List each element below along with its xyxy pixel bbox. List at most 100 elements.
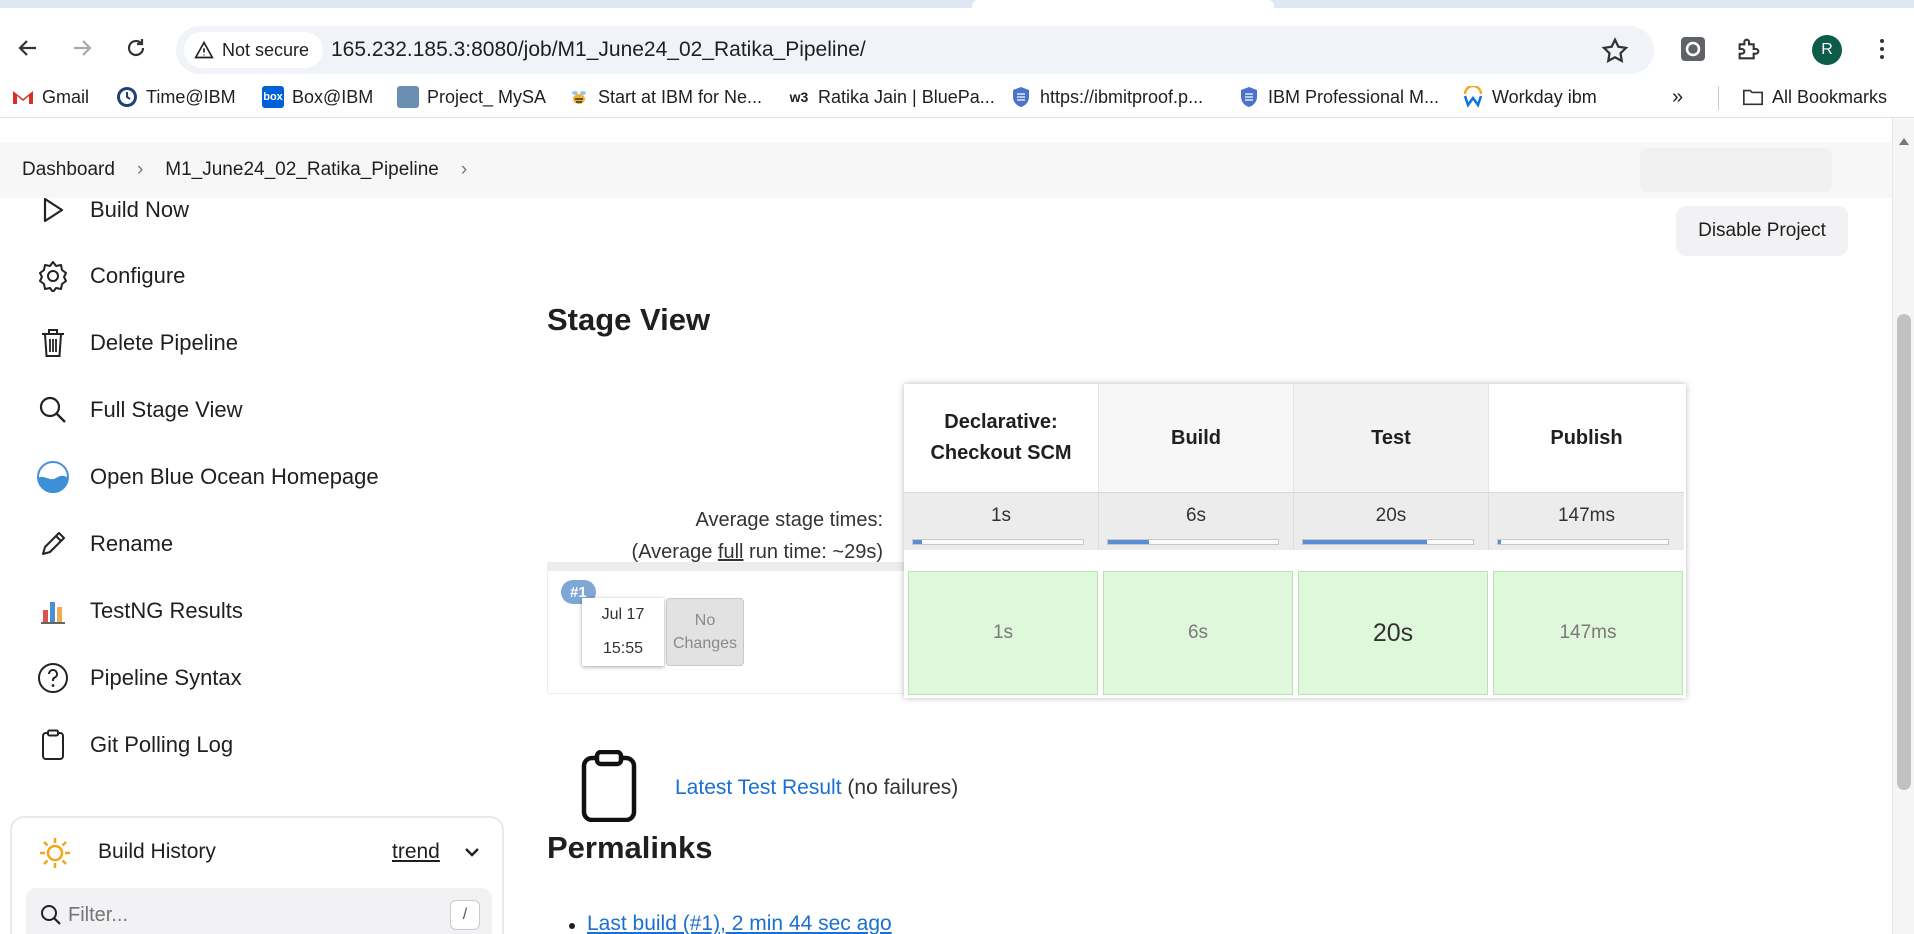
build-time: 15:55 (602, 640, 644, 657)
task-testng-results[interactable]: TestNG Results (36, 589, 243, 633)
task-label: Build Now (90, 197, 190, 222)
reload-button[interactable] (116, 28, 156, 68)
bookmark-label: Time@IBM (146, 86, 236, 107)
chevron-down-icon[interactable] (462, 842, 482, 867)
bookmark-start-ibm[interactable]: Start at IBM for Ne... (568, 84, 762, 110)
permalinks-title: Permalinks (547, 830, 713, 865)
bookmark-project-mysa[interactable]: Project_ MySA (397, 84, 546, 110)
chevron-right-icon[interactable]: › (461, 159, 467, 181)
gear-icon (36, 259, 70, 293)
clipboard-icon (36, 728, 70, 762)
latest-test-result-link[interactable]: Latest Test Result (675, 776, 842, 799)
bookmark-workday[interactable]: Workday ibm (1462, 84, 1597, 110)
task-delete-pipeline[interactable]: Delete Pipeline (36, 321, 238, 365)
bookmark-gmail[interactable]: Gmail (12, 84, 89, 110)
page-scrollbar[interactable] (1892, 118, 1914, 934)
project-icon (397, 86, 419, 108)
stage-average-fill (913, 540, 922, 544)
stage-average: 20s (1294, 492, 1489, 550)
profile-avatar[interactable]: R (1812, 35, 1842, 65)
bookmark-ibm-professional[interactable]: IBM Professional M... (1238, 84, 1439, 110)
stage-average-time: 1s (990, 505, 1012, 526)
stage-header: Test (1294, 384, 1489, 492)
stage-average-time: 6s (1185, 505, 1207, 526)
task-full-stage-view[interactable]: Full Stage View (36, 388, 242, 432)
forward-arrow-icon (74, 40, 92, 56)
browser-toolbar: Not secure 165.232.185.3:8080/job/M1_Jun… (0, 8, 1914, 76)
scrollbar-thumb[interactable] (1897, 314, 1911, 790)
extension-o-icon[interactable] (1678, 34, 1708, 64)
bookmark-time-ibm[interactable]: Time@IBM (116, 84, 236, 110)
task-configure[interactable]: Configure (36, 254, 185, 298)
build-filter: / (26, 888, 492, 934)
build-date: Jul 17 (601, 606, 645, 623)
breadcrumb-dashboard[interactable]: Dashboard (22, 159, 115, 181)
stage-name: Test (1371, 426, 1411, 449)
stage-header: Declarative: Checkout SCM (904, 384, 1099, 492)
reload-icon (127, 39, 145, 57)
changes-line1: No (694, 612, 716, 629)
bookmark-box-ibm[interactable]: box Box@IBM (262, 84, 373, 110)
bookmark-label: Start at IBM for Ne... (598, 86, 763, 107)
breadcrumb: Dashboard › M1_June24_02_Ratika_Pipeline… (0, 142, 1892, 198)
stage-view-title: Stage View (547, 302, 711, 337)
url-text[interactable]: 165.232.185.3:8080/job/M1_June24_02_Rati… (331, 38, 866, 62)
stage-average: 147ms (1489, 492, 1684, 550)
task-label: TestNG Results (90, 598, 243, 623)
header-placeholder (1640, 148, 1832, 192)
disable-project-button[interactable]: Disable Project (1676, 206, 1848, 256)
bee-icon (568, 86, 590, 108)
stage-result-cell[interactable]: 147ms (1493, 571, 1683, 695)
back-button[interactable] (8, 28, 48, 68)
stage-result-cell[interactable]: 6s (1103, 571, 1293, 695)
bookmarks-divider (1718, 86, 1719, 110)
bookmark-ibmitproof[interactable]: https://ibmitproof.p... (1010, 84, 1203, 110)
stage-view-table: Declarative: Checkout SCM Build Test Publ… (904, 384, 1686, 698)
w3-icon: w3 (789, 89, 809, 105)
search-icon (40, 904, 62, 931)
all-bookmarks-button[interactable]: All Bookmarks (1742, 84, 1887, 110)
average-label-full: full (717, 541, 744, 563)
stage-average: 6s (1099, 492, 1294, 550)
trend-link[interactable]: trend (392, 840, 440, 864)
task-pipeline-syntax[interactable]: Pipeline Syntax (36, 656, 242, 700)
build-row-divider (547, 562, 904, 570)
changes-line2: Changes (672, 635, 738, 652)
task-build-now[interactable]: Build Now (36, 188, 189, 232)
bookmarks-overflow-icon[interactable]: » (1672, 84, 1683, 110)
stage-average-bar (1302, 539, 1474, 545)
stage-average-fill (1498, 540, 1502, 544)
bookmark-star-icon[interactable] (1600, 36, 1630, 66)
security-label: Not secure (222, 39, 310, 60)
shortcut-key: / (450, 900, 480, 930)
active-tab[interactable] (972, 0, 1274, 8)
bookmarks-bar: Gmail Time@IBM box Box@IBM Project_ MySA… (0, 76, 1914, 118)
latest-test-result: Latest Test Result (no failures) (675, 776, 958, 800)
clipboard-icon (580, 749, 638, 827)
build-date-card[interactable]: Jul 17 15:55 (582, 598, 664, 666)
bookmark-label: Ratika Jain | BluePa... (818, 86, 995, 107)
forward-button[interactable] (62, 28, 102, 68)
address-bar[interactable]: Not secure 165.232.185.3:8080/job/M1_Jun… (176, 26, 1654, 74)
extensions-puzzle-icon[interactable] (1734, 34, 1764, 64)
task-rename[interactable]: Rename (36, 522, 173, 566)
breadcrumb-job[interactable]: M1_June24_02_Ratika_Pipeline (165, 159, 439, 181)
task-git-polling-log[interactable]: Git Polling Log (36, 723, 233, 767)
stage-average: 1s (904, 492, 1099, 550)
gmail-icon (12, 86, 34, 108)
workday-icon (1462, 86, 1484, 108)
stage-result-cell[interactable]: 20s (1298, 571, 1488, 695)
scroll-up-icon[interactable] (1899, 138, 1909, 145)
play-icon (36, 193, 70, 227)
permalink-last-build[interactable]: Last build (#1), 2 min 44 sec ago (587, 912, 892, 934)
stage-header: Build (1099, 384, 1294, 492)
clock-icon (116, 86, 138, 108)
filter-input[interactable] (68, 900, 408, 930)
security-chip[interactable]: Not secure (184, 32, 324, 68)
sun-icon (38, 836, 72, 875)
bookmark-bluepages[interactable]: w3 Ratika Jain | BluePa... (788, 84, 995, 110)
task-blue-ocean[interactable]: Open Blue Ocean Homepage (36, 455, 379, 499)
stage-result-cell[interactable]: 1s (908, 571, 1098, 695)
browser-menu-icon[interactable] (1874, 34, 1890, 64)
bookmark-label: https://ibmitproof.p... (1040, 86, 1204, 107)
